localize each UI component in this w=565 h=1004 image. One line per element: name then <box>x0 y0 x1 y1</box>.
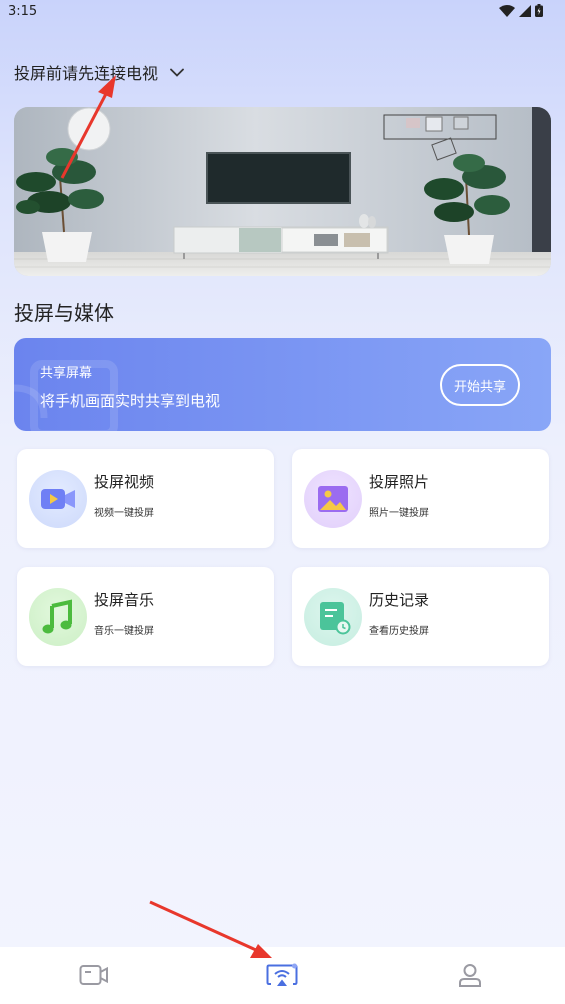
tile-title: 投屏照片 <box>369 473 430 491</box>
cast-music-tile[interactable]: 投屏音乐 音乐一键投屏 <box>17 567 274 666</box>
user-icon <box>459 964 481 987</box>
status-bar: 3:15 <box>0 0 565 26</box>
music-icon <box>29 588 87 646</box>
battery-icon <box>535 4 543 17</box>
start-share-button[interactable]: 开始共享 <box>440 364 520 406</box>
tile-subtitle: 查看历史投屏 <box>369 626 429 637</box>
nav-profile[interactable] <box>430 955 510 995</box>
share-screen-card[interactable]: 共享屏幕 将手机画面实时共享到电视 开始共享 <box>14 338 551 431</box>
history-tile[interactable]: 历史记录 查看历史投屏 <box>292 567 549 666</box>
tile-title: 投屏音乐 <box>94 591 155 609</box>
connect-tv-selector[interactable]: 投屏前请先连接电视 <box>14 60 184 84</box>
status-time: 3:15 <box>8 4 38 19</box>
tile-subtitle: 照片一键投屏 <box>369 508 429 519</box>
nav-video[interactable] <box>54 955 134 995</box>
wifi-icon <box>499 4 515 17</box>
nav-cast[interactable] <box>242 955 322 995</box>
bottom-navigation <box>0 947 565 1004</box>
screen-cast-icon <box>266 963 298 986</box>
cast-video-tile[interactable]: 投屏视频 视频一键投屏 <box>17 449 274 548</box>
tile-title: 投屏视频 <box>94 473 155 491</box>
video-icon <box>29 470 87 528</box>
tile-subtitle: 视频一键投屏 <box>94 508 154 519</box>
video-camera-icon <box>79 965 108 985</box>
connect-tv-text: 投屏前请先连接电视 <box>14 64 159 83</box>
chevron-down-icon <box>170 68 184 77</box>
living-room-banner <box>14 107 551 276</box>
living-room-illustration <box>14 107 551 276</box>
history-icon <box>304 588 362 646</box>
photo-icon <box>304 470 362 528</box>
signal-icon <box>519 4 531 17</box>
cast-photo-tile[interactable]: 投屏照片 照片一键投屏 <box>292 449 549 548</box>
tile-subtitle: 音乐一键投屏 <box>94 626 154 637</box>
section-title: 投屏与媒体 <box>14 301 114 325</box>
tile-title: 历史记录 <box>369 591 430 609</box>
share-card-description: 将手机画面实时共享到电视 <box>40 392 221 410</box>
status-icons <box>499 4 543 17</box>
share-card-title: 共享屏幕 <box>40 366 93 381</box>
arrow-to-cast-tab <box>149 900 257 952</box>
